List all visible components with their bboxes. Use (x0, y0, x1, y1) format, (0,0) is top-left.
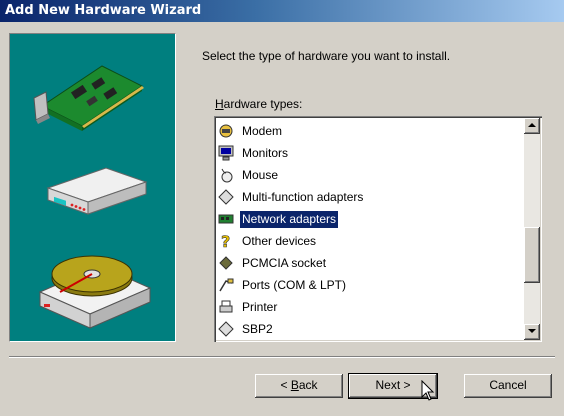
monitor-icon (218, 145, 234, 161)
list-item-ports[interactable]: Ports (COM & LPT) (216, 274, 522, 296)
back-button-accesskey: B (290, 378, 299, 392)
wizard-illustration (9, 33, 176, 342)
separator-line (9, 356, 555, 358)
list-item-label: PCMCIA socket (242, 256, 327, 270)
list-item-label: Other devices (242, 234, 317, 248)
hardware-types-label-text: ardware types: (223, 97, 303, 111)
ports-icon (219, 278, 234, 292)
hardware-types-list: Modem Monitors Mouse Multi-function adap… (216, 120, 522, 340)
scroll-down-button[interactable] (524, 324, 540, 340)
mouse-cursor-icon (421, 380, 435, 401)
list-item-label: Printer (242, 300, 278, 314)
window-title: Add New Hardware Wizard (5, 3, 202, 18)
question-mark-icon: ? (221, 233, 231, 249)
back-button-prefix: < (280, 378, 291, 392)
network-adapter-icon (218, 214, 234, 224)
pcmcia-socket-icon (219, 256, 233, 270)
title-bar[interactable]: Add New Hardware Wizard (0, 0, 564, 22)
list-item-pcmcia-socket[interactable]: PCMCIA socket (216, 252, 522, 274)
modem-icon (219, 124, 233, 138)
list-item-modem[interactable]: Modem (216, 120, 522, 142)
list-item-label: Monitors (242, 146, 289, 160)
list-item-other-devices[interactable]: ? Other devices (216, 230, 522, 252)
vertical-scrollbar[interactable] (524, 118, 540, 340)
instruction-text: Select the type of hardware you want to … (202, 49, 451, 63)
list-item-sbp2[interactable]: SBP2 (216, 318, 522, 340)
scroll-up-button[interactable] (524, 118, 540, 134)
list-item-label: Multi-function adapters (242, 190, 364, 204)
arrow-down-icon (528, 329, 536, 333)
hardware-types-listbox[interactable]: Modem Monitors Mouse Multi-function adap… (214, 116, 542, 342)
wizard-window: Add New Hardware Wizard Select the type … (0, 0, 564, 416)
list-item-label: Modem (242, 124, 283, 138)
list-item-label: Ports (COM & LPT) (242, 278, 347, 292)
list-item-monitors[interactable]: Monitors (216, 142, 522, 164)
hardware-types-label-accesskey: H (215, 97, 224, 111)
list-item-label: Mouse (242, 168, 279, 182)
list-item-mouse[interactable]: Mouse (216, 164, 522, 186)
expansion-card-icon (33, 65, 144, 131)
modem-device-icon (46, 167, 148, 215)
cancel-button[interactable]: Cancel (464, 374, 552, 398)
printer-icon (219, 300, 233, 313)
sbp2-icon (218, 321, 234, 337)
disk-drive-icon (38, 255, 152, 329)
list-item-network-adapters[interactable]: Network adapters (216, 208, 522, 230)
hardware-types-label: Hardware types: (215, 97, 302, 111)
scrollbar-thumb[interactable] (524, 227, 540, 283)
list-item-label: SBP2 (242, 322, 273, 336)
list-item-label: Network adapters (238, 210, 340, 229)
list-item-printer[interactable]: Printer (216, 296, 522, 318)
svg-text:?: ? (221, 233, 230, 249)
multifunction-adapter-icon (218, 189, 234, 205)
back-button[interactable]: < Back (255, 374, 343, 398)
mouse-icon (221, 168, 233, 183)
back-button-rest: ack (298, 378, 318, 392)
list-item-multi-function-adapters[interactable]: Multi-function adapters (216, 186, 522, 208)
arrow-up-icon (528, 123, 536, 127)
